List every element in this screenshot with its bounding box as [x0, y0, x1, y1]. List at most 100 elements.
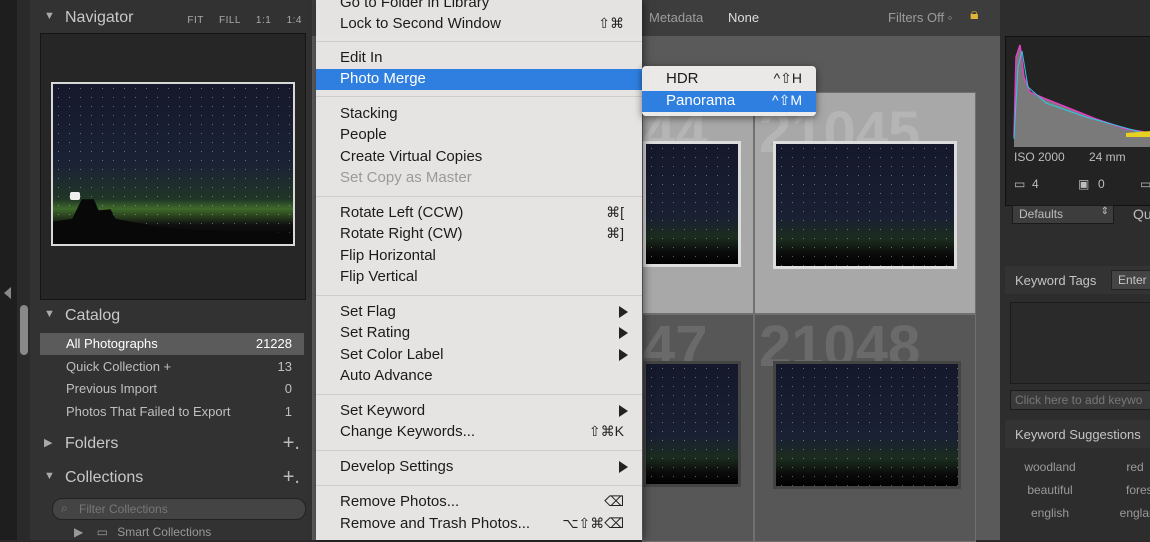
zoom-1-1-button[interactable]: 1:1 [256, 15, 271, 26]
submenu-item-hdr[interactable]: HDR ^⇧H [642, 69, 816, 90]
menu-item-flip-horizontal[interactable]: Flip Horizontal [316, 246, 642, 267]
keyword-tags-box[interactable] [1010, 302, 1150, 384]
keyword-suggestions-title: Keyword Suggestions [1015, 427, 1141, 442]
add-collection-icon[interactable]: +. [283, 466, 300, 489]
grid-cell[interactable]: 44 [642, 92, 754, 314]
menu-item-people[interactable]: People [316, 125, 642, 146]
menu-item-set-flag[interactable]: Set Flag [316, 302, 642, 323]
menu-item-change-keywords[interactable]: Change Keywords... ⇧⌘K [316, 422, 642, 443]
smart-collection-folder-icon: ▭ [96, 525, 108, 539]
filters-off-dropdown[interactable]: Filters Off ◦ [888, 10, 952, 25]
lock-icon[interactable]: 🔒︎ [970, 6, 979, 24]
presets-dropdown[interactable]: Defaults ⇕ [1012, 205, 1114, 224]
menu-item-flip-vertical[interactable]: Flip Vertical [316, 267, 642, 288]
navigator-photo [51, 82, 295, 246]
catalog-item-all-photographs[interactable]: All Photographs 21228 [40, 333, 304, 355]
submenu-item-panorama[interactable]: Panorama ^⇧M [642, 91, 816, 112]
catalog-item-failed-export[interactable]: Photos That Failed to Export 1 [40, 401, 304, 423]
smart-collections-label: Smart Collections [117, 525, 212, 539]
keyword-suggestion[interactable]: woodland [1015, 460, 1085, 474]
focal-length-readout: 24 mm [1089, 150, 1126, 164]
left-scrollbar[interactable] [20, 305, 28, 355]
menu-item-remove-and-trash[interactable]: Remove and Trash Photos... ⌥⇧⌘⌫ [316, 514, 642, 535]
navigator-header[interactable]: ▼ Navigator FIT FILL 1:1 1:4 [30, 4, 312, 32]
expand-triangle-icon[interactable]: ▼ [44, 308, 55, 320]
redeye-icon[interactable]: ▭ [1140, 177, 1150, 191]
photo-context-menu: Go to Folder in Library Lock to Second W… [316, 0, 642, 540]
zoom-fill-button[interactable]: FILL [219, 15, 241, 26]
filter-collections-input[interactable]: ⌕ Filter Collections [52, 498, 306, 520]
menu-item-shortcut: ⇧⌘ [598, 15, 624, 31]
crop-icon[interactable]: ▭ [1014, 177, 1025, 191]
menu-item-remove-photos[interactable]: Remove Photos... ⌫ [316, 492, 642, 513]
collapsed-triangle-icon[interactable]: ▶ [44, 436, 52, 449]
menu-item-edit-in[interactable]: Edit In [316, 48, 642, 69]
menu-item-label: HDR [666, 70, 699, 87]
keyword-suggestion[interactable]: england [1106, 506, 1150, 520]
keyword-suggestion[interactable]: forest [1106, 483, 1150, 497]
menu-item-label: Lock to Second Window [340, 15, 501, 32]
keyword-tags-title: Keyword Tags [1015, 273, 1097, 288]
menu-item-set-color-label[interactable]: Set Color Label [316, 345, 642, 366]
left-edge-strip[interactable] [0, 0, 17, 540]
histogram[interactable]: ISO 2000 24 mm ▭ 4 ▣ 0 ▭ [1005, 36, 1150, 206]
menu-item-go-to-folder[interactable]: Go to Folder in Library [316, 0, 642, 14]
menu-item-rotate-right[interactable]: Rotate Right (CW) ⌘] [316, 224, 642, 245]
presets-dropdown-label: Defaults [1019, 207, 1064, 221]
menu-item-label: People [340, 126, 387, 143]
keyword-tags-header[interactable]: Keyword Tags Enter [1005, 266, 1150, 294]
photo-thumbnail[interactable] [643, 361, 741, 487]
navigator-preview[interactable] [40, 33, 306, 300]
menu-item-label: Develop Settings [340, 458, 454, 475]
menu-item-create-virtual-copies[interactable]: Create Virtual Copies [316, 147, 642, 168]
add-folder-icon[interactable]: +. [283, 432, 300, 455]
smart-collections-item[interactable]: ▶ ▭ Smart Collections [74, 525, 211, 539]
menu-item-set-rating[interactable]: Set Rating [316, 323, 642, 344]
photo-thumbnail[interactable] [773, 141, 957, 269]
menu-item-rotate-left[interactable]: Rotate Left (CCW) ⌘[ [316, 203, 642, 224]
menu-item-label: Stacking [340, 105, 398, 122]
collapsed-triangle-icon: ▶ [74, 525, 84, 539]
menu-item-stacking[interactable]: Stacking [316, 104, 642, 125]
menu-item-lock-second-window[interactable]: Lock to Second Window ⇧⌘ [316, 14, 642, 35]
keyword-suggestion[interactable]: red [1100, 460, 1150, 474]
menu-item-label: Change Keywords... [340, 423, 476, 440]
folders-header[interactable]: ▶ Folders +. [30, 430, 312, 458]
catalog-item-previous-import[interactable]: Previous Import 0 [40, 378, 304, 400]
catalog-header[interactable]: ▼ Catalog [30, 302, 312, 330]
expand-triangle-icon[interactable]: ▼ [44, 10, 55, 22]
catalog-item-quick-collection[interactable]: Quick Collection + 13 [40, 356, 304, 378]
submenu-arrow-icon [619, 349, 628, 361]
filter-metadata-tab[interactable]: Metadata [649, 10, 703, 25]
menu-item-label: Auto Advance [340, 367, 433, 384]
keyword-mode-dropdown[interactable]: Enter [1111, 270, 1150, 290]
keyword-suggestion[interactable]: beautiful [1015, 483, 1085, 497]
zoom-fit-button[interactable]: FIT [187, 15, 203, 26]
catalog-item-label: All Photographs [66, 336, 158, 351]
collapse-left-panel-icon[interactable] [4, 287, 11, 299]
menu-item-shortcut: ⇧⌘K [588, 423, 624, 439]
grid-cell[interactable]: 21048 [754, 314, 976, 542]
zoom-1-4-button[interactable]: 1:4 [287, 15, 302, 26]
grid-cell[interactable]: 47 [642, 314, 754, 542]
catalog-item-count: 13 [277, 359, 292, 374]
filter-none-tab[interactable]: None [728, 10, 759, 25]
menu-item-label: Set Color Label [340, 346, 444, 363]
spot-icon[interactable]: ▣ [1078, 177, 1089, 191]
menu-item-label: Remove and Trash Photos... [340, 515, 531, 532]
keyword-suggestions-header[interactable]: Keyword Suggestions [1005, 420, 1150, 448]
photo-thumbnail[interactable] [643, 141, 741, 267]
photo-thumbnail[interactable] [773, 361, 961, 489]
menu-item-shortcut: ⌫ [604, 493, 624, 509]
menu-item-shortcut: ^⇧H [773, 70, 802, 86]
expand-triangle-icon[interactable]: ▼ [44, 470, 55, 482]
menu-item-photo-merge[interactable]: Photo Merge [316, 69, 642, 90]
menu-item-set-keyword[interactable]: Set Keyword [316, 401, 642, 422]
keyword-suggestion[interactable]: english [1015, 506, 1085, 520]
menu-item-shortcut: ⌥⇧⌘⌫ [562, 515, 624, 531]
menu-item-develop-settings[interactable]: Develop Settings [316, 457, 642, 478]
menu-item-auto-advance[interactable]: Auto Advance [316, 366, 642, 387]
grid-cell[interactable]: 21045 [754, 92, 976, 314]
add-keywords-input[interactable]: Click here to add keywo [1010, 390, 1150, 410]
collections-header[interactable]: ▼ Collections +. [30, 464, 312, 492]
